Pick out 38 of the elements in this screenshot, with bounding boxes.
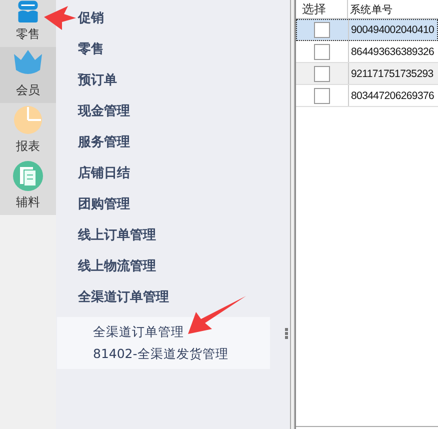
- menu-item[interactable]: 服务管理: [78, 133, 130, 164]
- table-row[interactable]: 900494002040410: [296, 19, 438, 41]
- nav-label: 报表: [16, 138, 40, 155]
- grip-icon[interactable]: [285, 328, 288, 339]
- menu-item[interactable]: 团购管理: [78, 195, 130, 226]
- table-cell: 921171751735293: [351, 66, 434, 80]
- checkbox[interactable]: [314, 44, 330, 60]
- table-row[interactable]: 921171751735293: [296, 63, 438, 85]
- menu-item[interactable]: 零售: [78, 40, 104, 71]
- table-cell: 900494002040410: [351, 22, 434, 36]
- pie-chart-icon: [12, 104, 44, 136]
- nav-item[interactable]: 辅料: [0, 159, 56, 215]
- nav-label: 辅料: [16, 194, 40, 211]
- nav-item[interactable]: 零售: [0, 0, 56, 47]
- menu-item[interactable]: 现金管理: [78, 102, 130, 133]
- nav-item[interactable]: 报表: [0, 103, 56, 159]
- column-header: 系统单号: [349, 3, 394, 18]
- menu-item[interactable]: 全渠道订单管理: [78, 288, 169, 319]
- menu-item[interactable]: 预订单: [78, 71, 117, 102]
- submenu-item[interactable]: 81402-全渠道发货管理: [93, 345, 228, 363]
- menu-item[interactable]: 店铺日结: [78, 164, 130, 195]
- checkbox[interactable]: [314, 88, 330, 104]
- menu-item[interactable]: 促销: [78, 9, 104, 40]
- table-cell: 803447206269376: [351, 88, 434, 102]
- document-icon: [12, 160, 44, 192]
- submenu-item[interactable]: 全渠道订单管理: [93, 323, 184, 341]
- table-row[interactable]: 803447206269376: [296, 85, 438, 107]
- checkbox[interactable]: [314, 66, 330, 82]
- menu-item[interactable]: 线上订单管理: [78, 226, 156, 257]
- column-header: 选择: [296, 0, 348, 18]
- arrow-drawing: [188, 296, 248, 336]
- arrow-drawing: [44, 6, 76, 30]
- nav-label: 会员: [16, 82, 40, 99]
- nav-label: 零售: [16, 26, 40, 43]
- nav-item[interactable]: 会员: [0, 47, 56, 103]
- table-cell: 864493636389326: [351, 44, 434, 58]
- menu-item[interactable]: 线上物流管理: [78, 257, 156, 288]
- checkbox[interactable]: [314, 22, 330, 38]
